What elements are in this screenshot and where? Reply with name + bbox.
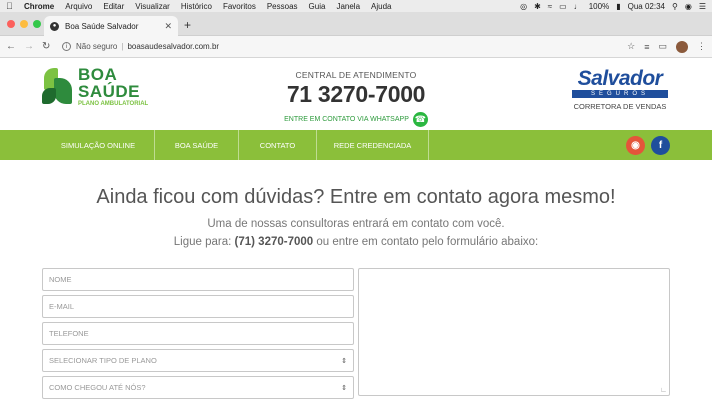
plan-type-select[interactable]: SELECIONAR TIPO DE PLANO ⇕ [42, 349, 354, 372]
reload-icon[interactable]: ↻ [42, 41, 54, 52]
instagram-icon[interactable]: ◉ [626, 136, 645, 155]
apple-icon[interactable]:  [6, 1, 16, 11]
whatsapp-link[interactable]: ENTRE EM CONTATO VIA WHATSAPP ☎ [260, 112, 452, 127]
contact-center: CENTRAL DE ATENDIMENTO 71 3270-7000 ENTR… [260, 70, 452, 127]
status-area: ◎ ✱ ≈ ▭ ♩ 100% ▮ Qua 02:34 ⚲ ◉ ☰ [520, 2, 706, 11]
referral-select[interactable]: COMO CHEGOU ATÉ NÓS? ⇕ [42, 376, 354, 399]
nav-simulacao-online[interactable]: SIMULAÇÃO ONLINE [42, 130, 155, 160]
menu-favoritos[interactable]: Favoritos [223, 2, 256, 11]
more-menu-icon[interactable]: ⋮ [697, 41, 706, 52]
whatsapp-label: ENTRE EM CONTATO VIA WHATSAPP [284, 116, 409, 123]
close-window-button[interactable] [7, 20, 15, 28]
header-phone[interactable]: 71 3270-7000 [260, 81, 452, 108]
phone-field[interactable]: TELEFONE [42, 322, 354, 345]
logo-line2: SAÚDE [78, 82, 141, 101]
tab-title: Boa Saúde Salvador [65, 21, 139, 31]
nav-rede-credenciada[interactable]: REDE CREDENCIADA [317, 130, 429, 160]
siri-icon[interactable]: ◎ [520, 2, 527, 11]
whatsapp-icon: ☎ [412, 112, 428, 127]
user-icon[interactable]: ◉ [685, 2, 692, 11]
email-field[interactable]: E-MAIL [42, 295, 354, 318]
email-placeholder: E-MAIL [49, 302, 75, 311]
menu-janela[interactable]: Janela [336, 2, 360, 11]
menu-visualizar[interactable]: Visualizar [135, 2, 170, 11]
wifi-icon[interactable]: ≈ [548, 2, 552, 11]
logo-line1: BOA [78, 65, 118, 84]
battery-text: 100% [588, 1, 610, 11]
social-links: ◉ f [626, 136, 670, 155]
close-tab-icon[interactable]: ✕ [164, 21, 172, 32]
message-textarea[interactable]: ∟ [358, 268, 670, 396]
info-icon[interactable]: i [62, 42, 71, 51]
call-phone[interactable]: (71) 3270-7000 [235, 236, 314, 248]
tab-strip: ● Boa Saúde Salvador ✕ + [0, 12, 712, 36]
spotlight-icon[interactable]: ⚲ [672, 2, 678, 11]
contact-form: NOME E-MAIL TELEFONE SELECIONAR TIPO DE … [42, 268, 354, 403]
maximize-window-button[interactable] [33, 20, 41, 28]
bluetooth-icon[interactable]: ✱ [534, 2, 541, 11]
main-nav: SIMULAÇÃO ONLINE BOA SAÚDE CONTATO REDE … [0, 130, 712, 160]
notification-center-icon[interactable]: ☰ [699, 2, 706, 11]
partner-sub: CORRETORA DE VENDAS [573, 102, 667, 111]
separator: | [121, 42, 124, 51]
leaf-logo-icon [42, 67, 74, 106]
resize-handle-icon[interactable]: ∟ [660, 387, 667, 394]
back-icon[interactable]: ← [6, 41, 18, 52]
address-bar: ← → ↻ i Não seguro | boasaudesalvador.co… [0, 36, 712, 58]
lead-text: Uma de nossas consultoras entrará em con… [207, 218, 505, 230]
salvador-seguros-logo[interactable]: Salvador SEGUROS CORRETORA DE VENDAS [568, 68, 672, 111]
security-label: Não seguro [76, 42, 118, 51]
airplay-icon[interactable]: ▭ [559, 2, 567, 11]
contact-section: Ainda ficou com dúvidas? Entre em contat… [0, 160, 712, 400]
url-text: boasaudesalvador.com.br [127, 42, 220, 51]
partner-brand: Salvador [577, 67, 663, 90]
clock[interactable]: Qua 02:34 [628, 2, 665, 11]
nav-boa-saude[interactable]: BOA SAÚDE [155, 130, 239, 160]
call-suffix: ou entre em contato pelo formulário abai… [316, 236, 539, 248]
menu-pessoas[interactable]: Pessoas [267, 2, 298, 11]
menu-ajuda[interactable]: Ajuda [371, 2, 391, 11]
nav-contato[interactable]: CONTATO [239, 130, 317, 160]
browser-tab[interactable]: ● Boa Saúde Salvador ✕ [44, 16, 178, 36]
forward-icon[interactable]: → [24, 41, 36, 52]
logo-tagline: PLANO AMBULATORIAL [78, 101, 149, 107]
site-header: BOA SAÚDE PLANO AMBULATORIAL CENTRAL DE … [0, 58, 712, 130]
profile-avatar[interactable] [676, 40, 688, 53]
name-field[interactable]: NOME [42, 268, 354, 291]
boa-saude-logo[interactable]: BOA SAÚDE PLANO AMBULATORIAL [42, 66, 148, 107]
globe-icon: ● [50, 21, 59, 31]
bookmark-star-icon[interactable]: ☆ [627, 41, 635, 52]
menu-editar[interactable]: Editar [103, 2, 124, 11]
menu-guia[interactable]: Guia [309, 2, 326, 11]
facebook-icon[interactable]: f [651, 136, 670, 155]
page-title: Ainda ficou com dúvidas? Entre em contat… [96, 186, 616, 208]
window-controls [7, 20, 41, 28]
volume-icon[interactable]: ♩ [574, 2, 582, 11]
battery-icon[interactable]: ▮ [616, 2, 620, 11]
partner-seg: SEGUROS [572, 90, 668, 98]
phone-placeholder: TELEFONE [49, 329, 89, 338]
cast-icon[interactable]: ▭ [658, 41, 667, 52]
logo-wordmark: BOA SAÚDE PLANO AMBULATORIAL [78, 66, 148, 107]
new-tab-button[interactable]: + [184, 18, 191, 32]
referral-value: COMO CHEGOU ATÉ NÓS? [49, 383, 146, 392]
call-prefix: Ligue para: [173, 236, 232, 248]
menu-historico[interactable]: Histórico [181, 2, 212, 11]
call-text: Ligue para: (71) 3270-7000 ou entre em c… [0, 236, 712, 248]
menu-bar:  Chrome Arquivo Editar Visualizar Histó… [0, 0, 712, 12]
name-placeholder: NOME [49, 275, 72, 284]
menu-arquivo[interactable]: Arquivo [65, 2, 92, 11]
reading-list-icon[interactable]: ≡ [644, 42, 649, 52]
select-arrows-icon: ⇕ [341, 384, 347, 392]
central-label: CENTRAL DE ATENDIMENTO [295, 70, 417, 80]
menu-app[interactable]: Chrome [24, 2, 54, 11]
toolbar-right: ☆ ≡ ▭ ⋮ [627, 40, 706, 53]
url-field[interactable]: i Não seguro | boasaudesalvador.com.br [62, 39, 627, 55]
plan-type-value: SELECIONAR TIPO DE PLANO [49, 356, 157, 365]
select-arrows-icon: ⇕ [341, 357, 347, 365]
minimize-window-button[interactable] [20, 20, 28, 28]
